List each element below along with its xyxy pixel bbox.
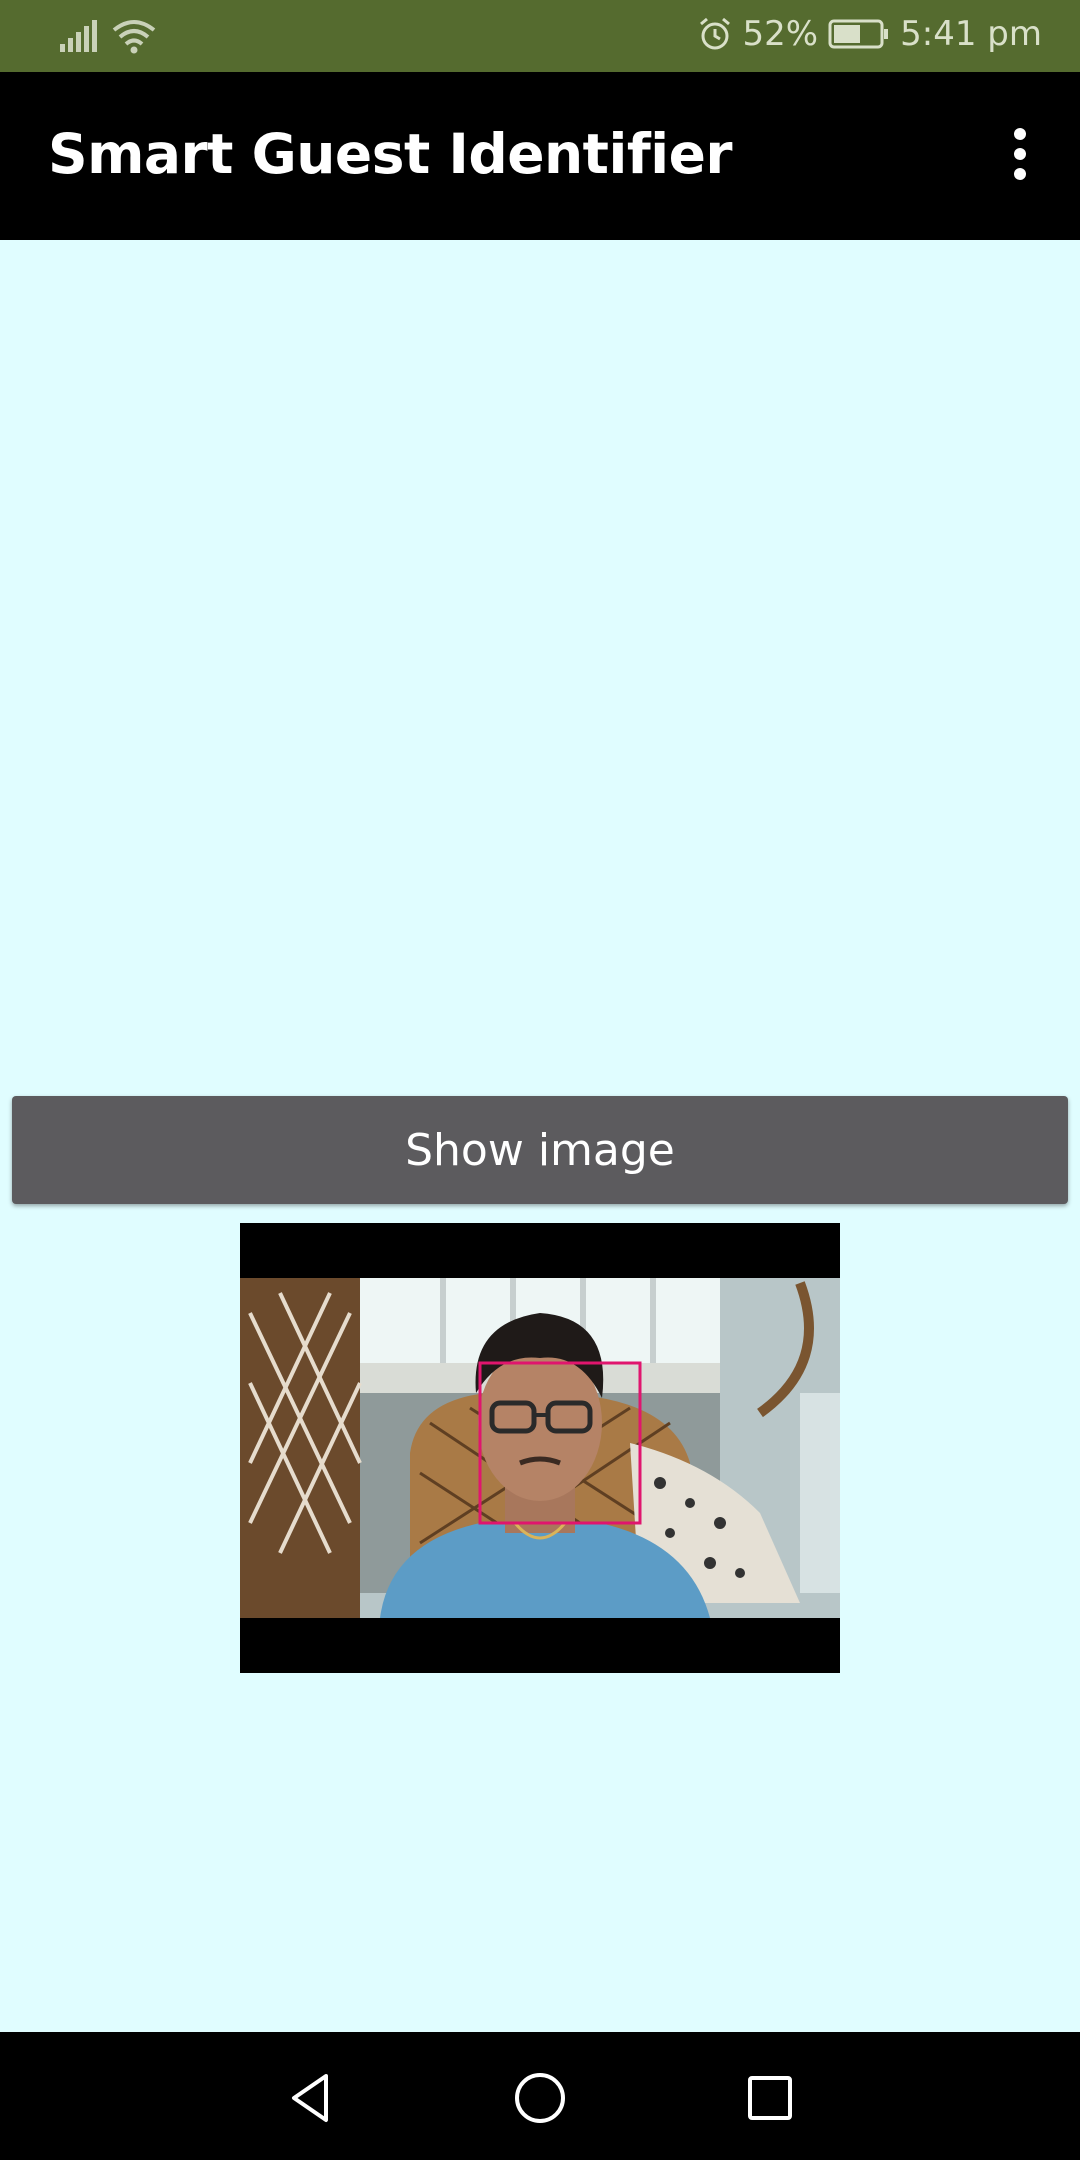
overflow-menu-icon[interactable] bbox=[1000, 128, 1040, 184]
show-image-button[interactable]: Show image bbox=[12, 1096, 1068, 1204]
photo-illustration bbox=[240, 1278, 840, 1618]
main-content: Show image bbox=[0, 240, 1080, 2032]
app-title: Smart Guest Identifier bbox=[48, 122, 733, 186]
signal-icon bbox=[60, 20, 97, 52]
home-icon[interactable] bbox=[510, 2068, 570, 2128]
status-left bbox=[58, 18, 156, 54]
wifi-icon bbox=[112, 20, 156, 54]
battery-percent: 52% bbox=[742, 14, 819, 54]
status-right: 52% 5:41 pm bbox=[697, 14, 1042, 54]
back-icon[interactable] bbox=[280, 2068, 340, 2128]
navigation-bar bbox=[0, 2032, 1080, 2160]
status-bar: 52% 5:41 pm bbox=[0, 0, 1080, 72]
captured-image bbox=[240, 1223, 840, 1673]
battery-icon bbox=[828, 19, 889, 49]
app-bar: Smart Guest Identifier bbox=[0, 72, 1080, 240]
status-time: 5:41 pm bbox=[900, 14, 1042, 54]
recents-icon[interactable] bbox=[740, 2068, 800, 2128]
alarm-icon bbox=[699, 17, 730, 50]
